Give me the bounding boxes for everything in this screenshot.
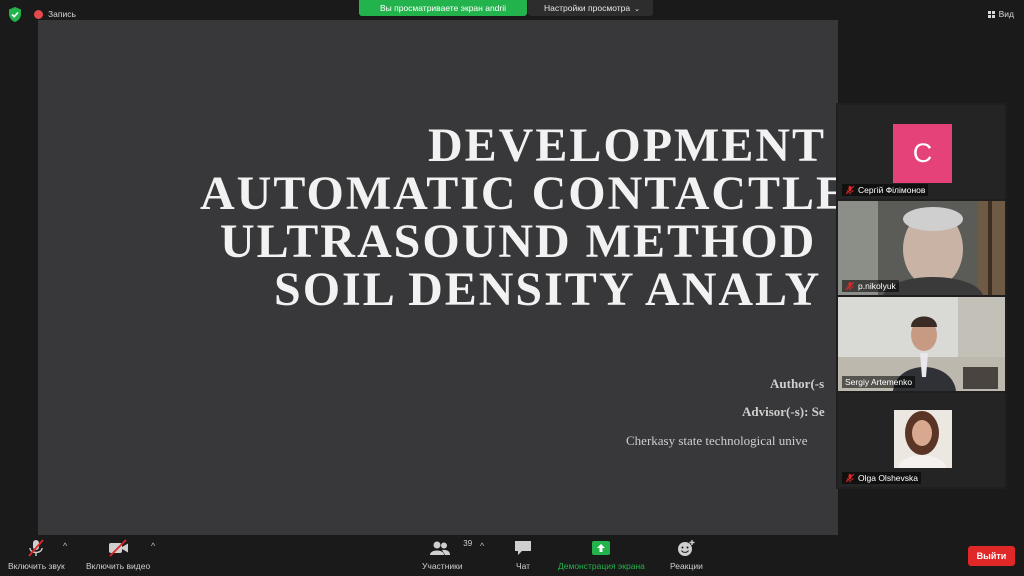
share-screen-button[interactable]: Демонстрация экрана xyxy=(558,539,645,571)
chat-bubble-icon xyxy=(515,541,531,555)
reactions-button[interactable]: Реакции xyxy=(670,539,703,571)
record-icon xyxy=(34,9,43,19)
recording-indicator: Запись xyxy=(34,9,76,19)
participant-name: Olga Olshevska xyxy=(858,473,918,483)
chat-button[interactable]: Чат xyxy=(512,539,534,571)
participants-gallery: С Сергій Філімонов p.nikolyuk Sergiy Art… xyxy=(836,103,1007,489)
participant-name-tag: Olga Olshevska xyxy=(842,472,921,484)
chevron-down-icon: ⌄ xyxy=(634,6,640,13)
screen-share-notice: Вы просматриваете экран andrii xyxy=(359,0,527,16)
mic-muted-icon xyxy=(28,539,45,557)
slide-title-line-4: SOIL DENSITY ANALY xyxy=(274,263,822,316)
participants-button[interactable]: 39 Участники xyxy=(422,539,472,571)
video-options-chevron-icon[interactable]: ^ xyxy=(151,541,155,551)
chat-label: Чат xyxy=(515,561,531,571)
video-off-icon xyxy=(109,539,129,557)
shared-screen: DEVELOPMENT AUTOMATIC CONTACTLE ULTRASOU… xyxy=(38,20,838,535)
view-options-label: Настройки просмотра xyxy=(544,3,631,13)
slide-title-line-1: DEVELOPMENT xyxy=(428,119,827,172)
leave-meeting-button[interactable]: Выйти xyxy=(968,546,1015,566)
slide-author-label: Author(-s xyxy=(770,376,825,391)
participant-name-tag: p.nikolyuk xyxy=(842,280,899,292)
participants-icon xyxy=(430,541,451,555)
participant-name: Сергій Філімонов xyxy=(858,185,926,195)
view-label: Вид xyxy=(998,9,1014,19)
meeting-toolbar: Включить звук ^ Включить видео ^ 39 Учас… xyxy=(0,535,1024,576)
mic-muted-icon xyxy=(845,473,855,483)
share-screen-icon xyxy=(592,541,611,555)
grid-view-icon xyxy=(987,10,995,18)
participants-label: Участники xyxy=(422,561,463,571)
slide-university: Cherkasy state technological unive xyxy=(626,433,808,448)
participant-tile-3[interactable]: Sergiy Artemenko xyxy=(838,297,1005,391)
mic-muted-icon xyxy=(845,281,855,291)
participant-name: p.nikolyuk xyxy=(858,281,896,291)
slide-title-line-3: ULTRASOUND METHOD xyxy=(220,215,817,268)
participant-tile-2[interactable]: p.nikolyuk xyxy=(838,201,1005,295)
mic-muted-icon xyxy=(845,185,855,195)
slide-title-line-2: AUTOMATIC CONTACTLE xyxy=(200,167,838,220)
start-video-button[interactable]: Включить видео xyxy=(86,539,150,571)
record-label: Запись xyxy=(48,9,76,19)
participants-count: 39 xyxy=(463,539,473,548)
avatar: С xyxy=(893,124,952,183)
security-shield-icon[interactable] xyxy=(7,6,23,23)
unmute-button[interactable]: Включить звук xyxy=(8,539,65,571)
view-button[interactable]: Вид xyxy=(987,9,1014,19)
emoji-reaction-icon xyxy=(678,540,695,556)
start-video-label: Включить видео xyxy=(86,561,151,571)
zoom-window: Запись Вы просматриваете экран andrii На… xyxy=(0,0,1024,576)
audio-options-chevron-icon[interactable]: ^ xyxy=(63,541,67,551)
participants-options-chevron-icon[interactable]: ^ xyxy=(480,541,484,551)
share-screen-label: Демонстрация экрана xyxy=(558,561,645,571)
participant-name-tag: Sergiy Artemenko xyxy=(842,376,916,388)
reactions-label: Реакции xyxy=(670,561,703,571)
participant-tile-1[interactable]: С Сергій Філімонов xyxy=(838,105,1005,199)
participant-name: Sergiy Artemenko xyxy=(845,377,913,387)
slide-advisor-label: Advisor(-s): Se xyxy=(742,404,825,419)
participant-tile-4[interactable]: Olga Olshevska xyxy=(838,393,1005,487)
view-options-button[interactable]: Настройки просмотра ⌄ xyxy=(528,0,653,16)
participant-name-tag: Сергій Філімонов xyxy=(842,184,929,196)
unmute-label: Включить звук xyxy=(8,561,65,571)
